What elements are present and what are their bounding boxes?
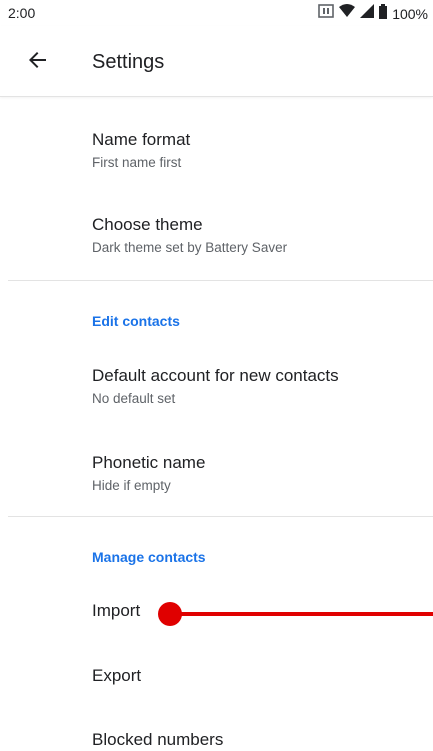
back-button[interactable] (16, 40, 60, 84)
section-header-edit-contacts: Edit contacts (92, 313, 180, 329)
setting-subtitle: First name first (92, 155, 182, 170)
wifi-icon (339, 3, 356, 24)
touch-indicator-dot (158, 602, 182, 626)
setting-blocked-numbers[interactable]: Blocked numbers (92, 730, 223, 750)
status-icons: 100% (318, 3, 428, 24)
setting-title: Name format (92, 130, 191, 149)
setting-title: Choose theme (92, 215, 203, 234)
status-time: 2:00 (8, 5, 36, 21)
signal-icon (360, 4, 375, 23)
setting-subtitle: Hide if empty (92, 478, 171, 493)
setting-subtitle: No default set (92, 391, 176, 406)
setting-default-account[interactable]: Default account for new contacts No defa… (92, 366, 339, 408)
app-bar: Settings (0, 26, 433, 97)
touch-indicator-line (180, 612, 433, 616)
battery-percent: 100% (392, 5, 428, 22)
status-bar: 2:00 100% (0, 0, 433, 26)
battery-icon (379, 3, 388, 24)
setting-subtitle: Dark theme set by Battery Saver (92, 240, 288, 255)
setting-export[interactable]: Export (92, 666, 141, 686)
setting-choose-theme[interactable]: Choose theme Dark theme set by Battery S… (92, 215, 287, 257)
section-divider (8, 280, 433, 281)
setting-name-format[interactable]: Name format First name first (92, 130, 190, 172)
setting-title: Default account for new contacts (92, 366, 339, 385)
page-title: Settings (92, 51, 165, 73)
nfc-icon (318, 3, 334, 24)
section-divider (8, 516, 433, 517)
arrow-back-icon (28, 50, 48, 75)
setting-phonetic-name[interactable]: Phonetic name Hide if empty (92, 453, 205, 495)
section-header-manage-contacts: Manage contacts (92, 549, 206, 565)
setting-import[interactable]: Import (92, 601, 140, 621)
setting-title: Phonetic name (92, 453, 206, 472)
